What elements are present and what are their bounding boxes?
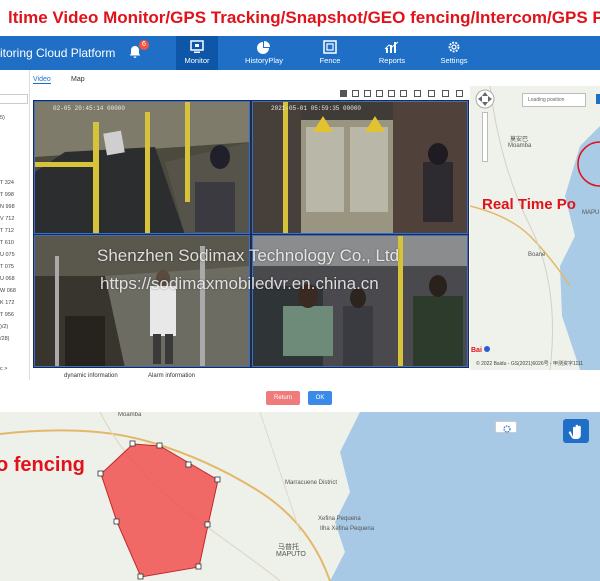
layout-1-icon[interactable]	[340, 90, 347, 97]
channel-2-timestamp: 2021-05-01 05:59:35 00000	[271, 105, 362, 112]
snapshot-icon[interactable]	[428, 90, 435, 97]
watermark-company: Shenzhen Sodimax Technology Co., Ltd	[97, 246, 400, 265]
vehicle-search-input[interactable]	[0, 94, 28, 104]
vehicle-item[interactable]: U 075	[0, 252, 15, 258]
map-label: Ilha Xefina Pequena	[320, 526, 375, 532]
nav-monitor[interactable]: Monitor	[176, 36, 218, 70]
video-grid: 02-05 20:45:14 00000 2021-05-01 05:59:35…	[33, 100, 469, 368]
nav-reports-label: Reports	[378, 56, 406, 65]
map-label: MAPUTO	[276, 551, 306, 558]
vehicle-item[interactable]: K 172	[0, 300, 14, 306]
baidu-logo-icon: Bai	[471, 346, 490, 354]
close-all-icon[interactable]	[456, 90, 463, 97]
nav-historyplay-label: HistoryPlay	[245, 56, 283, 65]
vehicle-item[interactable]: /28)	[0, 336, 9, 342]
notification-badge: 6	[139, 40, 149, 50]
pie-chart-icon	[257, 41, 270, 54]
monitor-icon	[190, 40, 204, 53]
layout-8-icon[interactable]	[376, 90, 383, 97]
vehicle-item[interactable]: T 998	[0, 192, 14, 198]
map-label: Moamba	[508, 143, 532, 149]
realtime-map-panel[interactable]: 莫安巴 Moamba Boane MAPU	[470, 86, 600, 370]
watermark-url: https://sodimaxmobiledvr.en.china.cn	[100, 274, 379, 293]
top-navbar: itoring Cloud Platform 6 Monitor History…	[0, 36, 600, 70]
volume-icon[interactable]	[442, 90, 449, 97]
gear-icon	[503, 425, 511, 433]
vehicle-item[interactable]: )/2)	[0, 324, 8, 330]
vehicle-item[interactable]: U 068	[0, 276, 15, 282]
map-label: Moamba	[118, 412, 142, 418]
promo-banner: ltime Video Monitor/GPS Tracking/Snapsho…	[0, 0, 600, 36]
vehicle-item[interactable]: N 998	[0, 204, 15, 210]
return-button[interactable]: Return	[266, 391, 300, 405]
tab-dynamic-information[interactable]: dynamic information	[64, 373, 118, 379]
vehicle-item[interactable]: T 610	[0, 240, 14, 246]
nav-fence-label: Fence	[319, 56, 341, 65]
hand-icon	[568, 424, 581, 439]
ok-button[interactable]: OK	[308, 391, 332, 405]
vehicle-item[interactable]: T 324	[0, 180, 14, 186]
loading-position-box: Loading position	[522, 93, 586, 107]
map-zoom-slider[interactable]	[482, 112, 488, 162]
nav-monitor-label: Monitor	[184, 56, 210, 65]
map-label: Xefina Pequena	[318, 516, 361, 522]
gear-icon	[448, 41, 460, 53]
vehicle-item[interactable]: 5)	[0, 115, 5, 121]
video-layout-toolbar	[336, 90, 471, 99]
nav-settings[interactable]: Settings	[434, 36, 474, 70]
geofence-map[interactable]: Moamba Marracuene District Xefina Pequen…	[0, 412, 600, 581]
vehicle-item[interactable]: V 712	[0, 216, 14, 222]
bus-door-feed	[253, 102, 467, 233]
tab-map[interactable]: Map	[71, 76, 85, 83]
svg-text:Bai: Bai	[471, 347, 482, 354]
map-settings-button[interactable]	[495, 421, 517, 433]
tab-alarm-information[interactable]: Alarm information	[148, 373, 195, 379]
layout-9-icon[interactable]	[388, 90, 395, 97]
bus-interior-feed	[35, 102, 249, 233]
pan-hand-button[interactable]	[563, 419, 589, 443]
video-channel-2[interactable]: 2021-05-01 05:59:35 00000	[252, 101, 468, 234]
fullscreen-icon[interactable]	[414, 90, 421, 97]
vehicle-item[interactable]: T 712	[0, 228, 14, 234]
video-channel-1[interactable]: 02-05 20:45:14 00000	[34, 101, 250, 234]
map-label: MAPU	[582, 210, 600, 216]
platform-brand: itoring Cloud Platform	[0, 46, 116, 60]
map-type-toggle[interactable]	[596, 94, 600, 104]
map-pan-control[interactable]	[474, 88, 496, 110]
vehicle-item[interactable]: W 068	[0, 288, 16, 294]
nav-historyplay[interactable]: HistoryPlay	[238, 36, 290, 70]
geofence-overlay-label: o fencing	[0, 454, 85, 476]
banner-title: ltime Video Monitor/GPS Tracking/Snapsho…	[8, 8, 600, 27]
vehicle-tree-sidebar: 5) T 324 T 998 N 998 V 712 T 712 T 610 U…	[0, 70, 30, 380]
vehicle-item[interactable]: c >	[0, 366, 8, 372]
bar-chart-icon	[384, 41, 399, 53]
nav-reports[interactable]: Reports	[372, 36, 412, 70]
vehicle-item[interactable]: T 956	[0, 312, 14, 318]
map-label: Boane	[528, 252, 546, 258]
realtime-position-overlay: Real Time Po	[482, 196, 576, 213]
nav-settings-label: Settings	[440, 56, 468, 65]
channel-1-timestamp: 02-05 20:45:14 00000	[53, 105, 126, 112]
tab-video[interactable]: Video	[33, 76, 51, 84]
map-background	[470, 86, 600, 370]
layout-4-icon[interactable]	[352, 90, 359, 97]
vehicle-item[interactable]: T 075	[0, 264, 14, 270]
map-label: Marracuene District	[285, 480, 338, 486]
nav-fence[interactable]: Fence	[311, 36, 349, 70]
layout-6-icon[interactable]	[364, 90, 371, 97]
layout-16-icon[interactable]	[400, 90, 407, 97]
fence-icon	[323, 40, 337, 54]
map-label: 莫安巴	[510, 137, 529, 143]
map-copyright: © 2022 Baidu - GS(2021)6026号 - 甲测资字1111	[476, 361, 584, 367]
